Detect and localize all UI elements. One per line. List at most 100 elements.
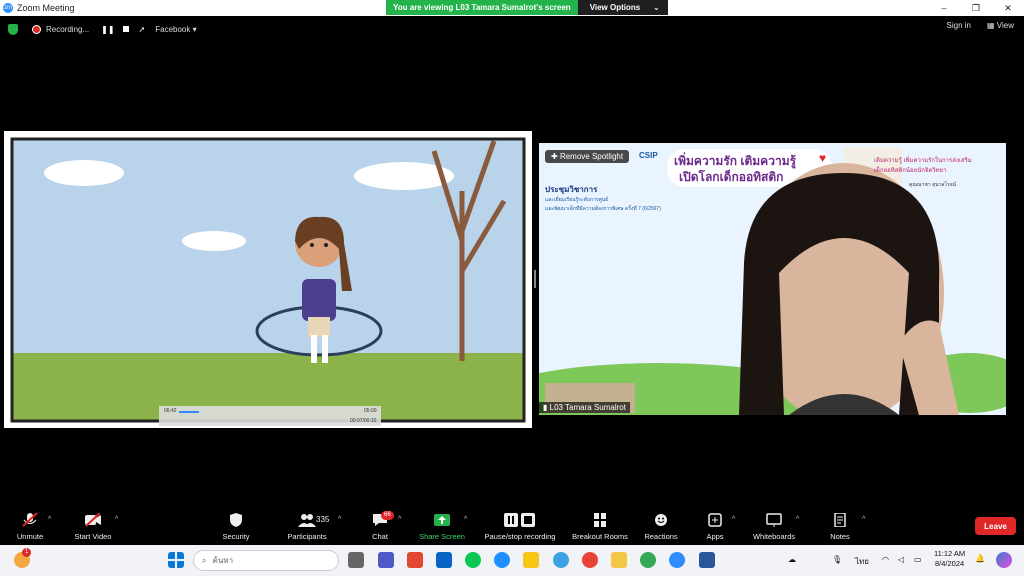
participants-icon (298, 514, 316, 527)
app-icon-2[interactable] (553, 552, 569, 568)
whiteboards-button[interactable]: Whiteboards (750, 508, 798, 544)
window-controls: – ❐ ✕ (928, 0, 1024, 16)
cloud-icon[interactable]: ☁ (788, 555, 796, 564)
meeting-toolbar: Unmute ^ Start Video ^ Security Particip… (0, 508, 1024, 544)
notes-options-caret[interactable]: ^ (862, 516, 865, 523)
animation-frame (10, 137, 526, 426)
view-options-button[interactable]: View Options ⌄ (577, 0, 668, 15)
audio-options-caret[interactable]: ^ (48, 516, 51, 523)
volume-icon[interactable]: ◁ (898, 555, 904, 564)
video-options-caret[interactable]: ^ (115, 516, 118, 523)
remove-spotlight-button[interactable]: ✚ Remove Spotlight (545, 150, 630, 163)
split-divider-handle[interactable] (534, 270, 536, 288)
pause-icon[interactable]: ❚❚ (101, 25, 114, 34)
view-button[interactable]: ▦ View (987, 21, 1014, 30)
chat-label: Chat (372, 532, 388, 541)
minimize-button[interactable]: – (928, 0, 960, 16)
chrome-profile-icon[interactable] (640, 552, 656, 568)
participants-options-caret[interactable]: ^ (338, 516, 341, 523)
clock-date: 8/4/2024 (934, 559, 965, 568)
stop-icon[interactable] (122, 26, 129, 32)
taskbar-search-box[interactable]: ⌕ ค้นหา (193, 550, 339, 571)
start-video-button[interactable]: Start Video (70, 508, 116, 544)
wifi-icon[interactable]: ◠ (882, 555, 889, 564)
apps-label: Apps (706, 532, 724, 541)
copilot-icon[interactable] (996, 552, 1012, 568)
line-icon[interactable] (465, 552, 481, 568)
language-indicator[interactable]: ไทย (855, 555, 869, 568)
share-screen-label: Share Screen (419, 532, 465, 541)
share-screen-button[interactable]: Share Screen (416, 508, 468, 544)
slide-right-text-1: เติมความรู้ เพิ่มความรักในการส่งเสริม (874, 158, 972, 164)
reactions-button[interactable]: Reactions (642, 508, 680, 544)
livestream-icon: ➚ (138, 24, 146, 34)
slide-right-text-2: เด็กออทิสติกน้อยนักจิตวิทยา (874, 168, 947, 174)
apps-icon (708, 513, 722, 527)
close-button[interactable]: ✕ (992, 0, 1024, 16)
apps-options-caret[interactable]: ^ (732, 516, 735, 523)
zoom-taskbar-icon[interactable] (669, 552, 685, 568)
window-title: Zoom Meeting (17, 3, 75, 13)
whiteboards-label: Whiteboards (752, 532, 796, 541)
facebook-label: Facebook (155, 24, 191, 34)
security-button[interactable]: Security (216, 508, 256, 544)
slide-heading: ประชุมวิชาการ (545, 185, 598, 194)
spotlight-video-tile[interactable]: ✚ Remove Spotlight CSIP เพิ่มความรัก เติ… (539, 143, 1006, 415)
player-duration: 00:07/00:10 (350, 418, 377, 424)
shield-icon (230, 513, 242, 527)
share-options-caret[interactable]: ^ (464, 516, 467, 523)
zoom-logo-icon: zm (3, 3, 13, 13)
smiley-icon (655, 514, 667, 526)
app-icon[interactable] (407, 552, 423, 568)
banner-text: You are viewing L03 Tamara Sumalrot's sc… (393, 3, 571, 12)
slide-subtitle-2: และพัฒนาเด็กที่มีความต้องการพิเศษ ครั้งท… (545, 206, 661, 212)
chrome-icon[interactable] (582, 552, 598, 568)
pause-recording-label: Pause/stop recording (484, 532, 556, 541)
widget-badge: 1 (22, 548, 32, 557)
word-icon[interactable] (699, 552, 715, 568)
leave-button[interactable]: Leave (975, 517, 1016, 535)
share-screen-icon (434, 514, 450, 526)
breakout-rooms-icon (594, 513, 606, 527)
notes-button[interactable]: Notes (826, 508, 854, 544)
search-icon: ⌕ (202, 555, 207, 565)
recording-icon (32, 24, 41, 34)
participant-name: L03 Tamara Sumalrot (549, 403, 626, 412)
breakout-rooms-button[interactable]: Breakout Rooms (568, 508, 632, 544)
encryption-shield-icon[interactable] (8, 23, 18, 35)
facebook-live-button[interactable]: Facebook ▾ (155, 25, 196, 34)
unmute-button[interactable]: Unmute (12, 508, 48, 544)
battery-icon[interactable]: ▭ (914, 555, 922, 564)
shared-video-tile[interactable]: 06:42 05:00 00:07/00:10 (4, 131, 532, 428)
start-video-label: Start Video (74, 532, 112, 541)
view-label: View (996, 21, 1014, 30)
sign-in-button[interactable]: Sign in (947, 21, 971, 30)
whiteboards-options-caret[interactable]: ^ (796, 516, 799, 523)
teams-icon[interactable] (378, 552, 394, 568)
whiteboard-icon (766, 513, 782, 527)
view-options-label: View Options (589, 3, 641, 12)
edge-icon[interactable] (494, 552, 510, 568)
notification-bell-icon[interactable]: 🔔 (975, 554, 985, 563)
slide-logo-text: CSIP (639, 151, 658, 160)
participants-button[interactable]: Participants (284, 508, 330, 544)
taskbar-clock[interactable]: 11:12 AM 8/4/2024 (934, 549, 965, 569)
apps-button[interactable]: Apps (702, 508, 728, 544)
file-explorer-icon[interactable] (611, 552, 627, 568)
search-placeholder: ค้นหา (212, 556, 234, 565)
task-view-icon[interactable] (348, 552, 364, 568)
notes-label: Notes (830, 532, 850, 541)
slide-speaker-name: คุณณาชา สุนาลโรจน์ (909, 182, 957, 188)
participants-count: 335 (316, 515, 330, 524)
store-icon[interactable] (523, 552, 539, 568)
maximize-button[interactable]: ❐ (960, 0, 992, 16)
notes-icon (834, 513, 846, 527)
pause-recording-button[interactable]: Pause/stop recording (478, 508, 562, 544)
participants-label: Participants (287, 532, 327, 541)
player-time-total: 05:00 (364, 408, 377, 414)
breakout-rooms-label: Breakout Rooms (572, 532, 628, 541)
mic-tray-icon[interactable]: 🎙 (832, 555, 842, 564)
windows-start-icon[interactable] (168, 552, 184, 568)
chat-options-caret[interactable]: ^ (398, 516, 401, 523)
outlook-icon[interactable] (436, 552, 452, 568)
